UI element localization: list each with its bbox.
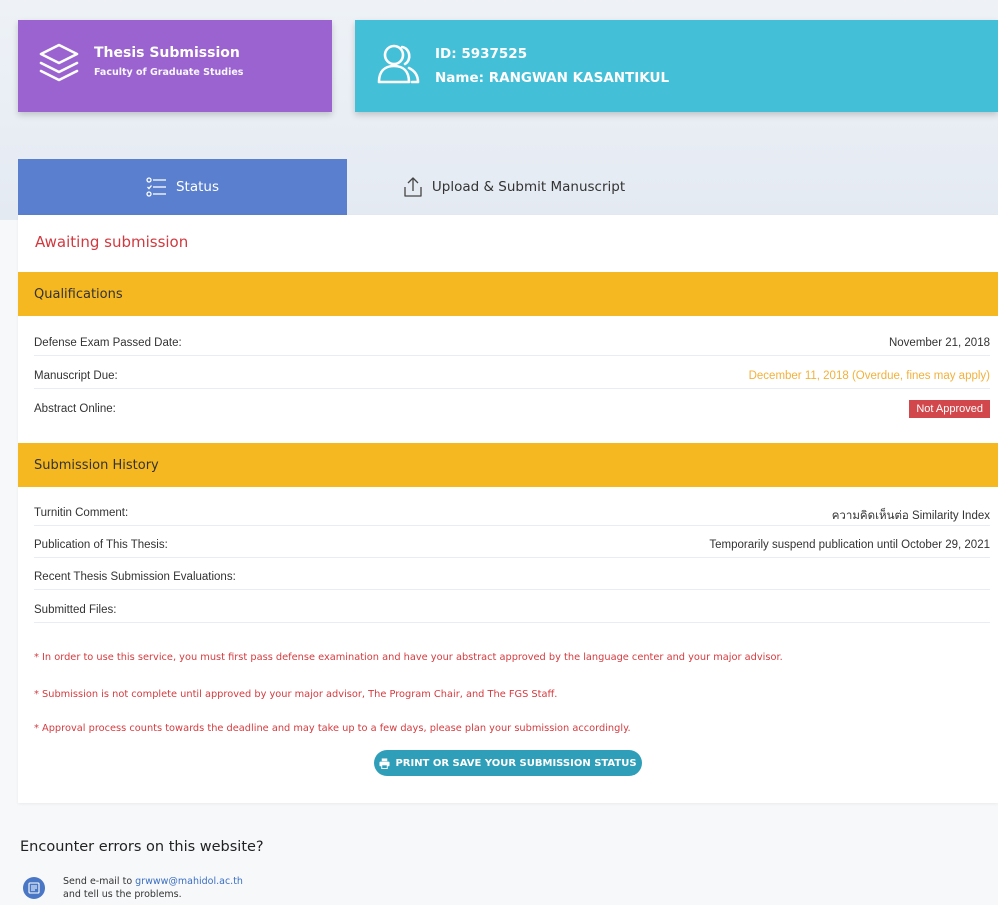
row-label: Manuscript Due:	[34, 370, 118, 382]
row-publication: Publication of This Thesis: Temporarily …	[34, 535, 990, 558]
support-email-link[interactable]: grwww@mahidol.ac.th	[135, 876, 243, 887]
footer-contact: Send e-mail to grwww@mahidol.ac.th	[63, 876, 243, 887]
row-defense-exam-date: Defense Exam Passed Date: November 21, 2…	[34, 333, 990, 356]
row-abstract-online: Abstract Online: Not Approved	[34, 399, 990, 421]
row-label: Recent Thesis Submission Evaluations:	[34, 571, 236, 583]
not-approved-badge: Not Approved	[909, 400, 990, 418]
qualifications-header: Qualifications	[18, 272, 998, 316]
checklist-icon	[146, 177, 166, 197]
tab-upload-submit[interactable]: Upload & Submit Manuscript	[347, 159, 680, 215]
thesis-submission-card: Thesis Submission Faculty of Graduate St…	[18, 20, 332, 112]
student-name: Name: RANGWAN KASANTIKUL	[435, 70, 670, 86]
mail-icon	[23, 877, 45, 899]
row-label: Abstract Online:	[34, 403, 116, 415]
student-id: ID: 5937525	[435, 46, 528, 62]
layers-icon	[39, 43, 79, 82]
app-subtitle: Faculty of Graduate Studies	[94, 67, 244, 78]
app-title: Thesis Submission	[94, 45, 240, 61]
note-prerequisite: * In order to use this service, you must…	[34, 652, 783, 663]
print-status-button[interactable]: PRINT OR SAVE YOUR SUBMISSION STATUS	[374, 750, 642, 776]
footer-mail-suffix: and tell us the problems.	[63, 889, 182, 900]
users-icon	[377, 44, 420, 84]
note-deadline: * Approval process counts towards the de…	[34, 723, 631, 734]
note-approval-required: * Submission is not complete until appro…	[34, 689, 558, 700]
row-label: Turnitin Comment:	[34, 507, 129, 519]
row-turnitin-comment: Turnitin Comment: ความคิดเห็นต่อ Similar…	[34, 503, 990, 526]
status-panel: Awaiting submission Qualifications Defen…	[18, 215, 998, 803]
defense-exam-date-value: November 21, 2018	[888, 337, 990, 349]
student-info-card: ID: 5937525 Name: RANGWAN KASANTIKUL	[355, 20, 998, 112]
publication-value: Temporarily suspend publication until Oc…	[709, 539, 990, 551]
tab-upload-label: Upload & Submit Manuscript	[431, 179, 626, 195]
tab-status[interactable]: Status	[18, 159, 347, 215]
row-label: Submitted Files:	[34, 604, 117, 616]
row-recent-evaluations: Recent Thesis Submission Evaluations:	[34, 567, 990, 590]
row-label: Defense Exam Passed Date:	[34, 337, 182, 349]
row-submitted-files: Submitted Files:	[34, 600, 990, 623]
submission-history-heading: Submission History	[34, 457, 159, 473]
qualifications-heading: Qualifications	[34, 286, 123, 302]
footer-mail-prefix: Send e-mail to	[63, 876, 136, 887]
submission-status-title: Awaiting submission	[35, 233, 189, 251]
manuscript-due-value: December 11, 2018 (Overdue, fines may ap…	[748, 370, 990, 382]
upload-icon	[404, 177, 422, 197]
submission-history-header: Submission History	[18, 443, 998, 487]
print-button-label: PRINT OR SAVE YOUR SUBMISSION STATUS	[395, 757, 637, 769]
row-manuscript-due: Manuscript Due: December 11, 2018 (Overd…	[34, 366, 990, 389]
printer-icon	[379, 757, 390, 769]
tab-status-label: Status	[175, 179, 220, 195]
turnitin-comment-value: ความคิดเห็นต่อ Similarity Index	[831, 510, 990, 522]
footer-title: Encounter errors on this website?	[20, 839, 264, 855]
row-label: Publication of This Thesis:	[34, 539, 168, 551]
